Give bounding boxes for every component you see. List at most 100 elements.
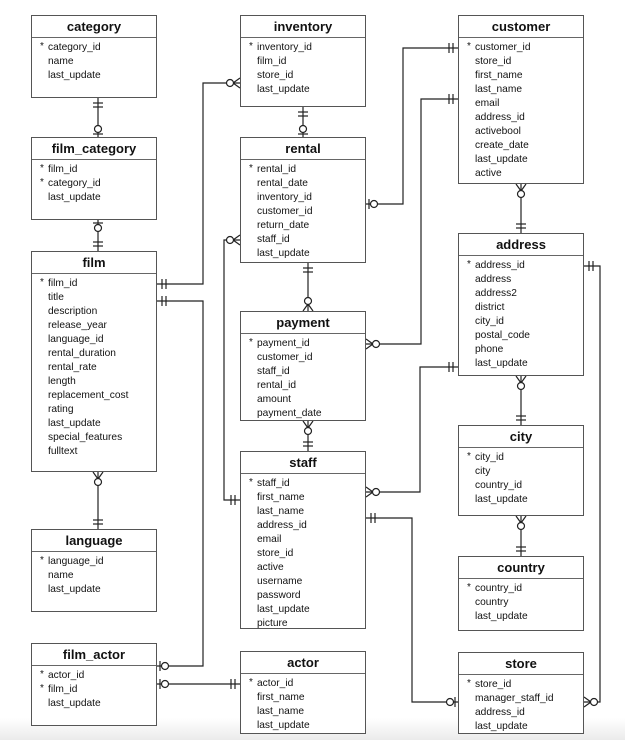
entity-title: customer (459, 16, 583, 38)
entity-category[interactable]: category * category_id name last_update (31, 15, 157, 98)
column-name: rental_date (257, 178, 308, 189)
entity-rental[interactable]: rental * rental_id rental_date inventory_id… (240, 137, 366, 263)
entity-title: country (459, 557, 583, 579)
column-name: length (48, 376, 76, 387)
rel-address-staff (366, 366, 458, 493)
zero-or-many-marker (92, 471, 99, 480)
zero-or-many-marker (516, 381, 526, 391)
entity-title: rental (241, 138, 365, 160)
zero-or-one-marker (298, 124, 308, 134)
column-name: city_id (475, 452, 504, 463)
column-name: country_id (475, 583, 523, 594)
column-name: last_update (475, 494, 528, 505)
column: name (32, 569, 156, 583)
zero-or-many-marker (302, 303, 309, 312)
column: store_id (241, 69, 365, 83)
zero-or-many-marker (365, 343, 374, 350)
zero-or-many-marker (303, 426, 313, 436)
column: customer_id (241, 205, 365, 219)
column-name: active (257, 562, 284, 573)
column: address_id (459, 706, 583, 720)
entity-staff[interactable]: staff * staff_id first_name last_name addres… (240, 451, 366, 629)
rel-address-store (584, 265, 601, 703)
column: last_update (32, 417, 156, 431)
column: picture (241, 617, 365, 631)
column: replacement_cost (32, 389, 156, 403)
column-name: address2 (475, 288, 517, 299)
column-name: email (475, 98, 500, 109)
primary-key-column: * film_id (32, 277, 156, 291)
entity-title: city (459, 426, 583, 448)
column-name: city_id (475, 316, 504, 327)
column: store_id (459, 55, 583, 69)
column: length (32, 375, 156, 389)
zero-or-many-marker (232, 239, 241, 246)
entity-title: address (459, 234, 583, 256)
entity-store[interactable]: store * store_id manager_staff_id address_i… (458, 652, 584, 734)
column-name: title (48, 292, 64, 303)
primary-key-marker: * (249, 477, 253, 488)
column: first_name (459, 69, 583, 83)
primary-key-column: * film_id (32, 683, 156, 697)
entity-film[interactable]: film * film_id title description release_yea… (31, 251, 157, 472)
entity-customer[interactable]: customer * customer_id store_id first_name l… (458, 15, 584, 184)
entity-film-category[interactable]: film_category * film_id * category_id last_u… (31, 137, 157, 220)
column: address (459, 273, 583, 287)
zero-or-one-marker (93, 223, 103, 233)
column-list: * address_id address address2 district city_i… (459, 256, 583, 371)
column-name: address_id (475, 112, 525, 123)
column: password (241, 589, 365, 603)
column-name: fulltext (48, 446, 78, 457)
entity-title: payment (241, 312, 365, 334)
zero-or-one-marker (445, 697, 455, 707)
column-name: film_id (257, 56, 287, 67)
column-list: * inventory_id film_id store_id last_update (241, 38, 365, 97)
entity-actor[interactable]: actor * actor_id first_name last_name last_u… (240, 651, 366, 734)
column-name: customer_id (475, 42, 531, 53)
entity-film-actor[interactable]: film_actor * actor_id * film_id last_update (31, 643, 157, 726)
column: active (241, 561, 365, 575)
primary-key-marker: * (249, 41, 253, 52)
column-name: store_id (257, 548, 294, 559)
primary-key-marker: * (467, 451, 471, 462)
column-name: last_update (257, 248, 310, 259)
column-name: inventory_id (257, 192, 312, 203)
column: payment_date (241, 407, 365, 421)
column-name: store_id (475, 56, 512, 67)
entity-title: store (459, 653, 583, 675)
zero-or-many-marker (303, 296, 313, 306)
column-name: name (48, 56, 74, 67)
entity-payment[interactable]: payment * payment_id customer_id staff_id re… (240, 311, 366, 421)
column-name: address_id (257, 520, 307, 531)
column-name: payment_id (257, 338, 310, 349)
entity-language[interactable]: language * language_id name last_update (31, 529, 157, 612)
column: rental_rate (32, 361, 156, 375)
column-list: * language_id name last_update (32, 552, 156, 597)
column-name: store_id (475, 679, 512, 690)
entity-country[interactable]: country * country_id country last_update (458, 556, 584, 631)
column-name: address_id (475, 707, 525, 718)
entity-inventory[interactable]: inventory * inventory_id film_id store_id la… (240, 15, 366, 107)
column-name: last_name (475, 84, 523, 95)
column: return_date (241, 219, 365, 233)
column: first_name (241, 691, 365, 705)
column-list: * actor_id first_name last_name last_update (241, 674, 365, 733)
column: last_update (241, 247, 365, 261)
primary-key-column: * actor_id (32, 669, 156, 683)
column: last_update (459, 153, 583, 167)
column: rental_date (241, 177, 365, 191)
zero-or-many-marker (307, 303, 314, 312)
entity-address[interactable]: address * address_id address address2 distri… (458, 233, 584, 376)
entity-city[interactable]: city * city_id city country_id last_update (458, 425, 584, 516)
column-list: * actor_id * film_id last_update (32, 666, 156, 711)
primary-key-column: * category_id (32, 41, 156, 55)
primary-key-marker: * (40, 555, 44, 566)
column-name: city (475, 466, 491, 477)
primary-key-column: * store_id (459, 678, 583, 692)
column-list: * staff_id first_name last_name address_id em… (241, 474, 365, 631)
column: amount (241, 393, 365, 407)
rel-staff-rental (223, 239, 240, 501)
column-name: description (48, 306, 98, 317)
column: last_update (32, 583, 156, 597)
column-name: last_update (475, 721, 528, 732)
